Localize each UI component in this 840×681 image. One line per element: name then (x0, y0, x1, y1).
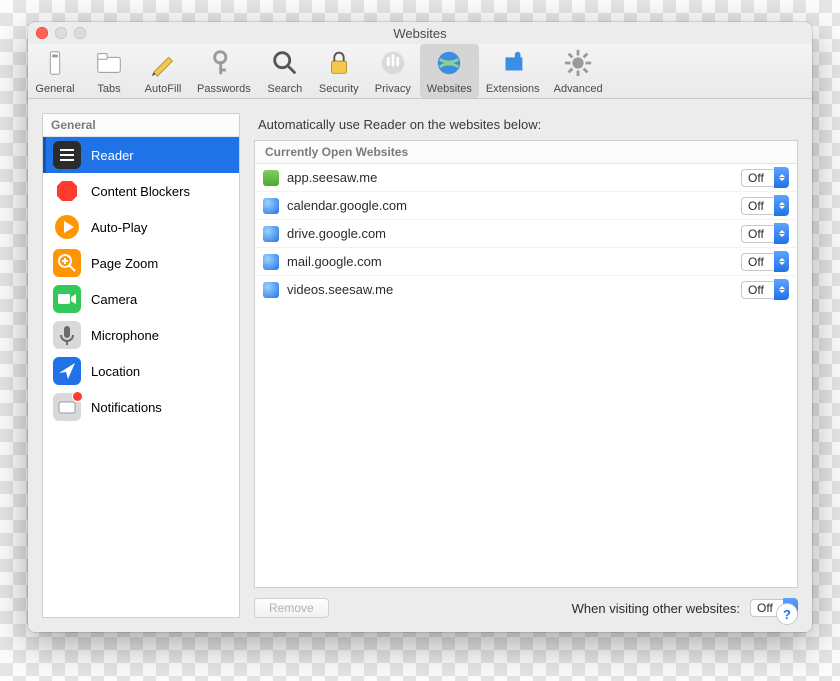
toolbar-advanced[interactable]: Advanced (547, 44, 610, 98)
sidebar-item-microphone[interactable]: Microphone (43, 317, 239, 353)
toolbar-label: Tabs (97, 83, 120, 95)
website-row[interactable]: drive.google.com Off (255, 220, 797, 248)
sidebar-item-label: Auto-Play (91, 220, 147, 235)
website-setting-select[interactable]: Off (741, 252, 789, 271)
stepper-arrows-icon (774, 195, 789, 216)
toolbar-websites[interactable]: Websites (420, 44, 479, 98)
sidebar-item-label: Notifications (91, 400, 162, 415)
sidebar-item-label: Camera (91, 292, 137, 307)
website-setting-select[interactable]: Off (741, 280, 789, 299)
toolbar-autofill[interactable]: AutoFill (136, 44, 190, 98)
window-title: Websites (28, 26, 812, 41)
sidebar-item-label: Content Blockers (91, 184, 190, 199)
toolbar-label: Extensions (486, 83, 540, 95)
sidebar-item-autoplay[interactable]: Auto-Play (43, 209, 239, 245)
table-header: Currently Open Websites (255, 141, 797, 164)
key-icon (209, 48, 239, 81)
reader-icon (53, 141, 81, 169)
websites-sidebar: General Reader Content Blockers Auto-Play P… (42, 113, 240, 618)
toolbar-privacy[interactable]: Privacy (366, 44, 420, 98)
gear-icon (563, 48, 593, 81)
website-row[interactable]: app.seesaw.me Off (255, 164, 797, 192)
globe-icon (434, 48, 464, 81)
sidebar-item-reader[interactable]: Reader (43, 137, 239, 173)
sidebar-item-contentblockers[interactable]: Content Blockers (43, 173, 239, 209)
hand-icon (378, 48, 408, 81)
favicon-icon (263, 282, 279, 298)
website-domain: app.seesaw.me (287, 170, 733, 185)
other-websites-label: When visiting other websites: (572, 601, 740, 616)
toolbar-label: Privacy (375, 83, 411, 95)
autoplay-icon (53, 213, 81, 241)
toolbar-passwords[interactable]: Passwords (190, 44, 258, 98)
camera-icon (53, 285, 81, 313)
sidebar-item-label: Location (91, 364, 140, 379)
microphone-icon (53, 321, 81, 349)
website-setting-value: Off (741, 197, 774, 215)
preferences-window: Websites General Tabs AutoFill Passwords Sea… (28, 22, 812, 632)
remove-button[interactable]: Remove (254, 598, 329, 618)
website-setting-value: Off (741, 169, 774, 187)
toolbar-label: Passwords (197, 83, 251, 95)
website-row[interactable]: videos.seesaw.me Off (255, 276, 797, 303)
websites-pane: Automatically use Reader on the websites… (254, 113, 798, 618)
website-setting-select[interactable]: Off (741, 224, 789, 243)
favicon-icon (263, 254, 279, 270)
titlebar: Websites (28, 22, 812, 44)
sidebar-item-pagezoom[interactable]: Page Zoom (43, 245, 239, 281)
sidebar-item-notifications[interactable]: Notifications (43, 389, 239, 425)
toolbar-extensions[interactable]: Extensions (479, 44, 547, 98)
stepper-arrows-icon (774, 167, 789, 188)
pencil-icon (148, 48, 178, 81)
notifications-icon (53, 393, 81, 421)
sidebar-header: General (43, 114, 239, 137)
lock-icon (324, 48, 354, 81)
pane-heading: Automatically use Reader on the websites… (258, 117, 798, 132)
contentblockers-icon (53, 177, 81, 205)
website-setting-value: Off (741, 225, 774, 243)
toolbar-tabs[interactable]: Tabs (82, 44, 136, 98)
stepper-arrows-icon (774, 279, 789, 300)
favicon-icon (263, 226, 279, 242)
sidebar-item-location[interactable]: Location (43, 353, 239, 389)
website-setting-value: Off (741, 281, 774, 299)
website-domain: drive.google.com (287, 226, 733, 241)
magnifier-icon (270, 48, 300, 81)
toolbar-label: General (35, 83, 74, 95)
help-button[interactable]: ? (776, 603, 798, 625)
website-setting-select[interactable]: Off (741, 196, 789, 215)
toolbar-label: Security (319, 83, 359, 95)
pagezoom-icon (53, 249, 81, 277)
toolbar-search[interactable]: Search (258, 44, 312, 98)
sidebar-item-camera[interactable]: Camera (43, 281, 239, 317)
toolbar-label: Search (267, 83, 302, 95)
preferences-toolbar: General Tabs AutoFill Passwords Search Securi… (28, 44, 812, 99)
website-domain: mail.google.com (287, 254, 733, 269)
toolbar-security[interactable]: Security (312, 44, 366, 98)
websites-table: Currently Open Websites app.seesaw.me Of… (254, 140, 798, 588)
favicon-icon (263, 198, 279, 214)
sidebar-item-label: Microphone (91, 328, 159, 343)
toolbar-general[interactable]: General (28, 44, 82, 98)
favicon-icon (263, 170, 279, 186)
website-setting-select[interactable]: Off (741, 168, 789, 187)
website-domain: videos.seesaw.me (287, 282, 733, 297)
puzzle-icon (498, 48, 528, 81)
website-row[interactable]: mail.google.com Off (255, 248, 797, 276)
toolbar-label: AutoFill (145, 83, 182, 95)
location-icon (53, 357, 81, 385)
sidebar-item-label: Reader (91, 148, 134, 163)
website-row[interactable]: calendar.google.com Off (255, 192, 797, 220)
toolbar-label: Advanced (554, 83, 603, 95)
website-domain: calendar.google.com (287, 198, 733, 213)
toolbar-label: Websites (427, 83, 472, 95)
website-setting-value: Off (741, 253, 774, 271)
sidebar-item-label: Page Zoom (91, 256, 158, 271)
tabs-icon (94, 48, 124, 81)
stepper-arrows-icon (774, 251, 789, 272)
badge-dot-icon (73, 392, 82, 401)
stepper-arrows-icon (774, 223, 789, 244)
switch-icon (40, 48, 70, 81)
